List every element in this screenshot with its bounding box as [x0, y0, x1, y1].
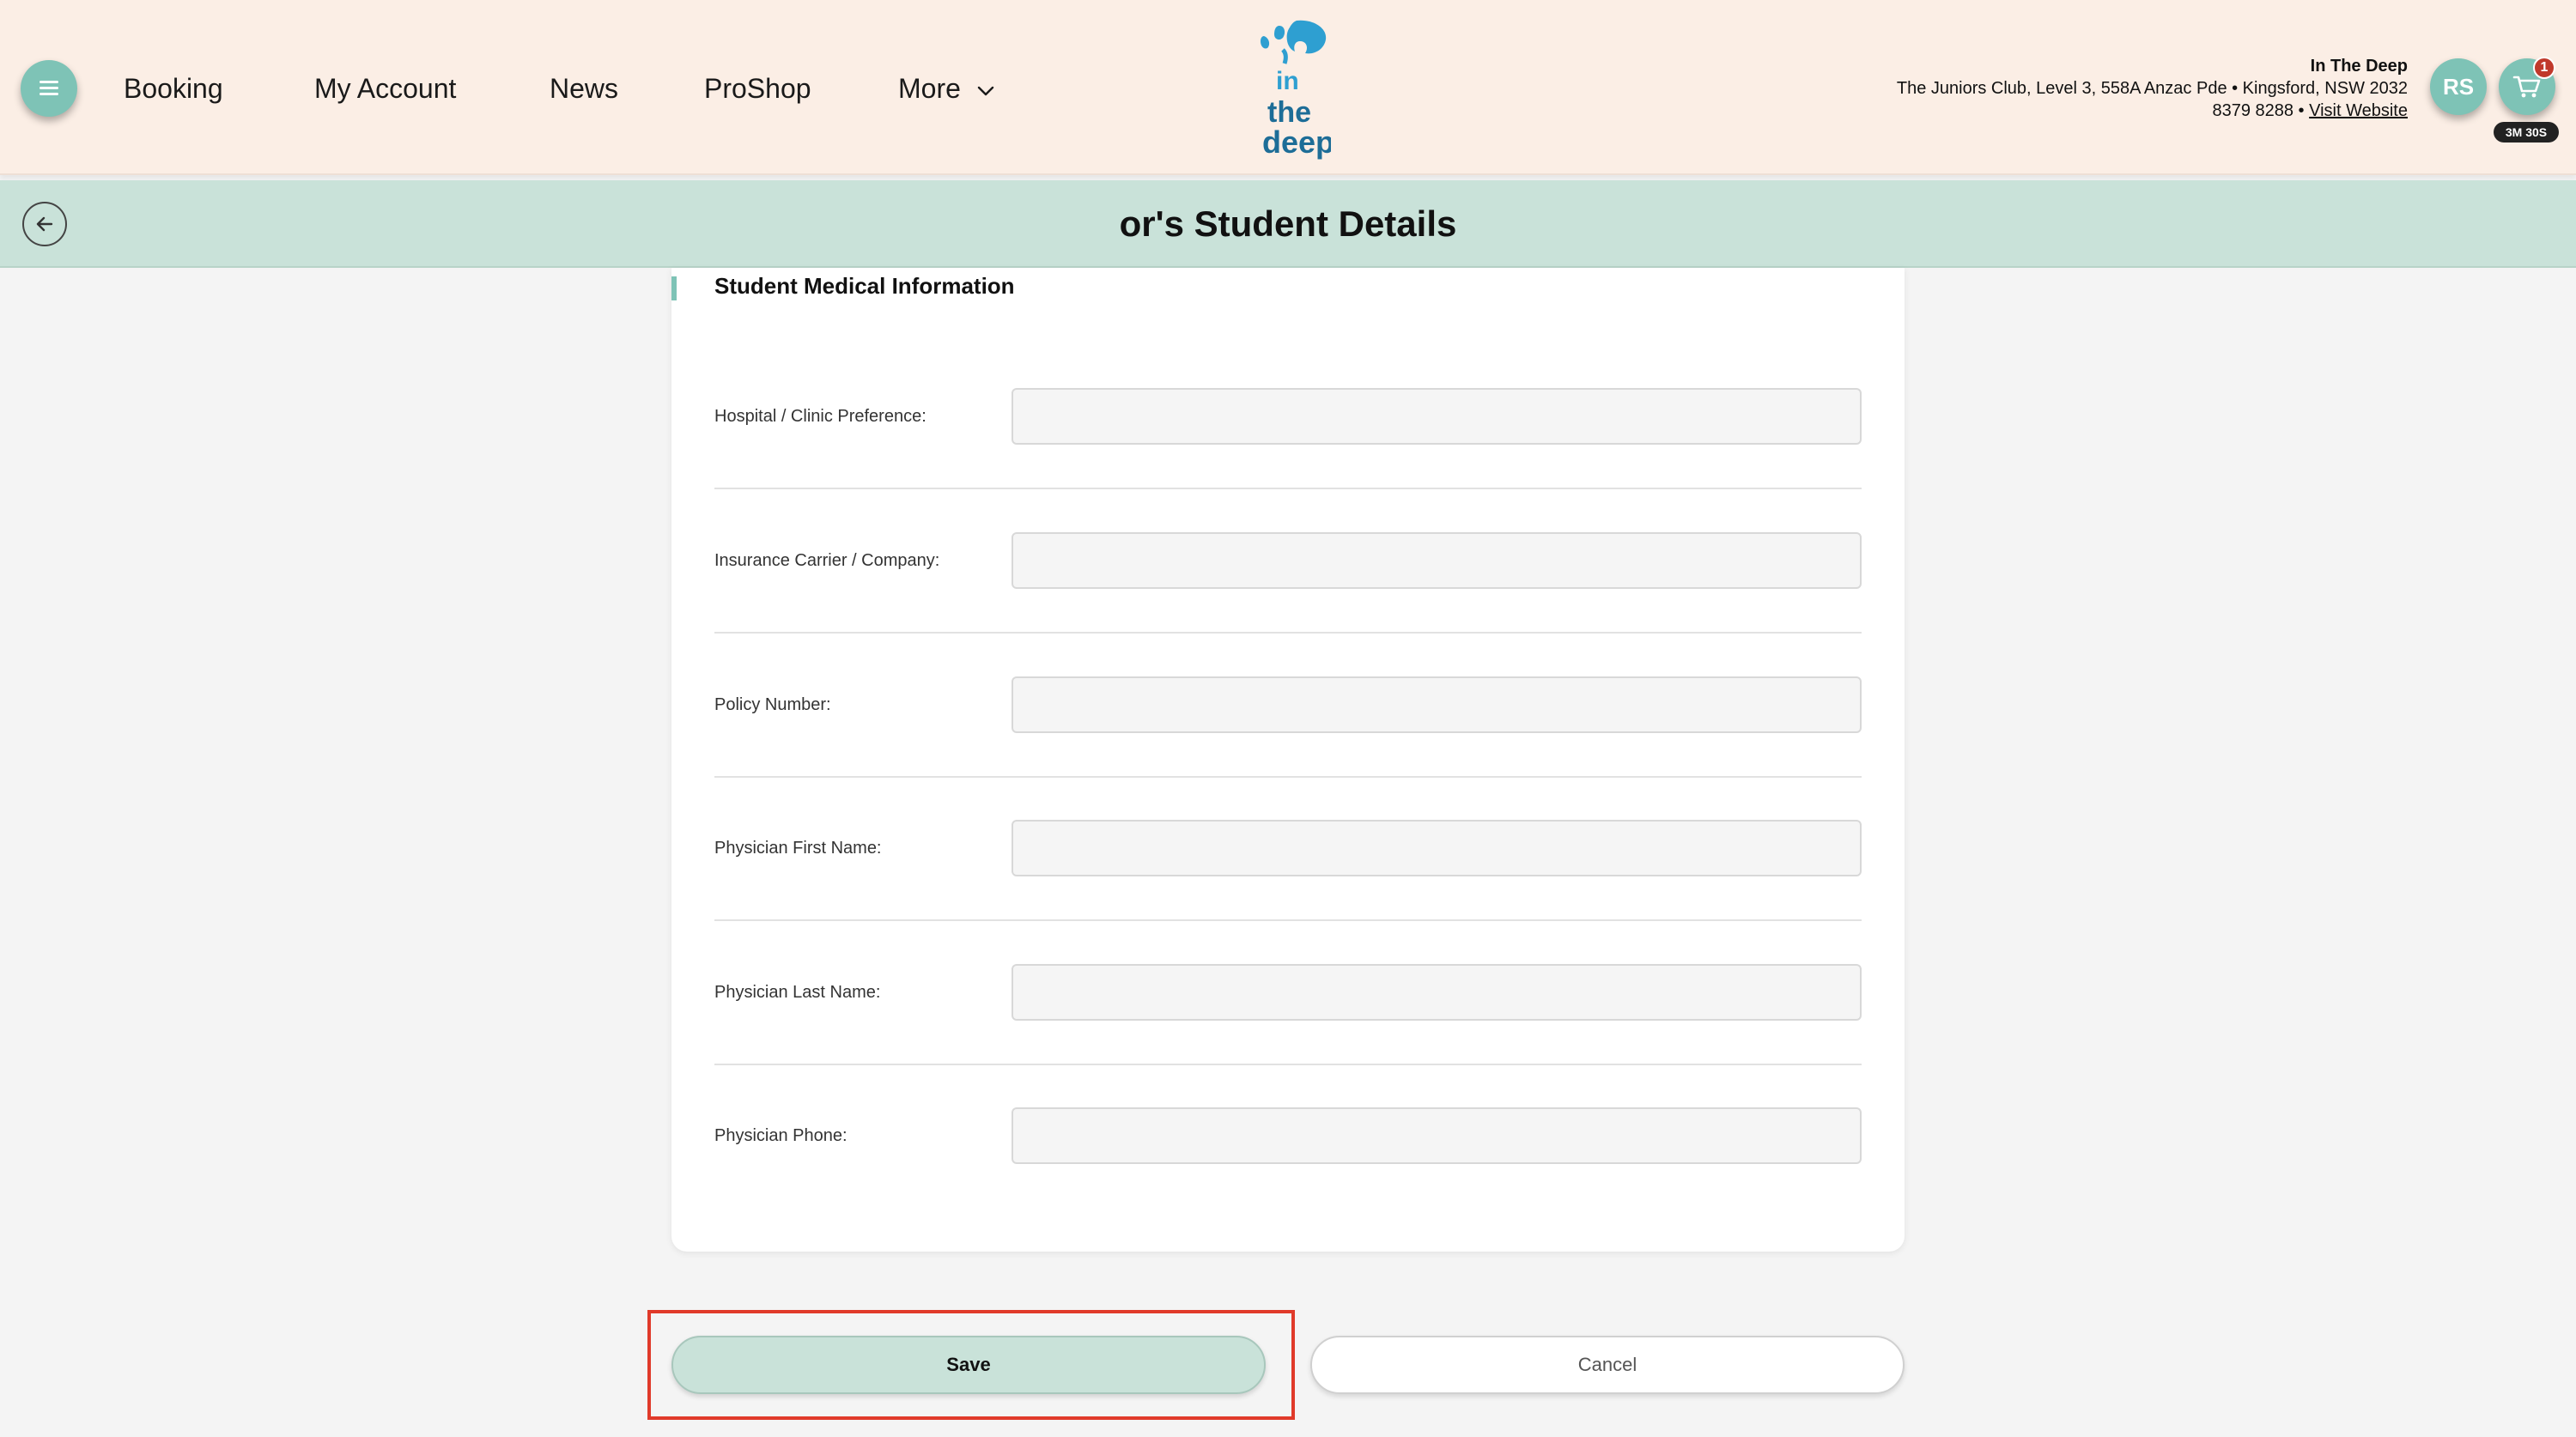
hamburger-icon — [39, 81, 58, 96]
nav-more-label: More — [898, 73, 961, 104]
section-accent-bar — [671, 276, 677, 300]
policy-number-input[interactable] — [1012, 676, 1862, 733]
back-button[interactable] — [22, 202, 67, 246]
row-divider — [714, 1064, 1862, 1065]
cancel-button[interactable]: Cancel — [1310, 1336, 1905, 1394]
nav-proshop[interactable]: ProShop — [704, 67, 811, 110]
club-contact: 8379 8288 • Visit Website — [1704, 100, 2408, 122]
avatar-initials: RS — [2442, 73, 2475, 100]
hospital-label: Hospital / Clinic Preference: — [714, 407, 927, 426]
page-title: or's Student Details — [1119, 203, 1457, 244]
row-divider — [714, 632, 1862, 634]
nav-news[interactable]: News — [550, 67, 618, 110]
logo-word-in: in — [1276, 67, 1299, 95]
physician-phone-input[interactable] — [1012, 1107, 1862, 1164]
nav-more[interactable]: More — [898, 67, 994, 110]
session-timer: 3M 30S — [2494, 122, 2559, 142]
club-address: The Juniors Club, Level 3, 558A Anzac Pd… — [1896, 79, 2408, 98]
physician-last-name-label: Physician Last Name: — [714, 983, 881, 1002]
club-name: In The Deep — [2310, 57, 2408, 76]
physician-phone-label: Physician Phone: — [714, 1126, 848, 1145]
form-row-physician-phone: Physician Phone: — [714, 1107, 1862, 1252]
save-button[interactable]: Save — [671, 1336, 1266, 1394]
hospital-input[interactable] — [1012, 388, 1862, 445]
row-divider — [714, 776, 1862, 778]
cart-count-badge: 1 — [2533, 57, 2555, 79]
nav-booking[interactable]: Booking — [124, 67, 223, 110]
club-phone: 8379 8288 • — [2212, 101, 2305, 120]
chevron-down-icon — [977, 86, 993, 95]
hamburger-menu-button[interactable] — [21, 60, 77, 117]
form-row-physician-first: Physician First Name: — [714, 820, 1862, 964]
top-header: Booking My Account News ProShop More in … — [0, 0, 2576, 175]
nav-my-account[interactable]: My Account — [314, 67, 456, 110]
form-row-insurance: Insurance Carrier / Company: — [714, 532, 1862, 676]
section-title: Student Medical Information — [714, 273, 1015, 299]
row-divider — [714, 919, 1862, 921]
user-avatar-button[interactable]: RS — [2430, 58, 2487, 115]
in-the-deep-logo: in the deep — [1261, 20, 1331, 160]
physician-first-name-input[interactable] — [1012, 820, 1862, 876]
cart-icon — [2512, 76, 2541, 98]
arrow-left-icon — [36, 216, 53, 232]
insurance-input[interactable] — [1012, 532, 1862, 589]
logo-word-deep: deep — [1262, 124, 1331, 160]
policy-number-label: Policy Number: — [714, 695, 831, 714]
physician-last-name-input[interactable] — [1012, 964, 1862, 1021]
form-row-policy: Policy Number: — [714, 676, 1862, 821]
page-title-bar: or's Student Details — [0, 180, 2576, 268]
visit-website-link[interactable]: Visit Website — [2309, 101, 2408, 120]
form-row-physician-last: Physician Last Name: — [714, 964, 1862, 1108]
insurance-label: Insurance Carrier / Company: — [714, 551, 940, 570]
club-info: In The Deep The Juniors Club, Level 3, 5… — [1704, 55, 2408, 122]
form-row-hospital: Hospital / Clinic Preference: — [714, 388, 1862, 532]
physician-first-name-label: Physician First Name: — [714, 839, 882, 858]
medical-info-card: Student Medical Information Hospital / C… — [671, 268, 1905, 1252]
row-divider — [714, 488, 1862, 489]
